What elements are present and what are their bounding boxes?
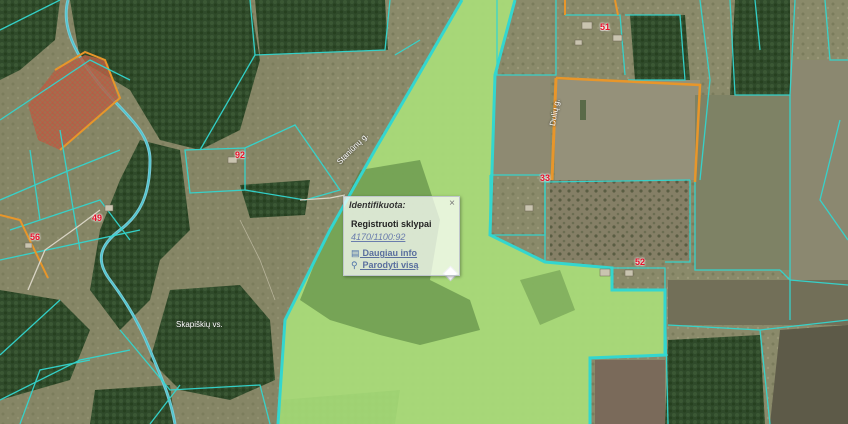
parcel-label: 56 [30,232,41,242]
parcel-label: 92 [235,150,246,160]
show-all-link[interactable]: ⚲ Parodyti visą [351,260,419,271]
parcel-label: 51 [600,22,611,32]
close-icon[interactable]: × [449,198,455,209]
map-view[interactable]: 92 33 49 51 52 56 Staniūnų g. Dulių g. S… [0,0,848,424]
more-info-label: Daugiau info [362,248,418,258]
parcel-label: 52 [635,257,646,267]
more-info-link[interactable]: ▤ Daugiau info [351,248,417,259]
popup-title: Identifikuota: [349,200,406,210]
road-label: Skapiškių vs. [176,320,223,329]
magnifier-icon: ⚲ [351,260,358,270]
show-all-label: Parodyti visą [362,260,419,270]
identify-popup: Identifikuota: × Registruoti sklypai 417… [343,196,460,276]
popup-layer-name: Registruoti sklypai [351,219,432,229]
parcel-label: 49 [92,213,103,223]
parcel-label: 33 [540,173,551,183]
plot-id-link[interactable]: 4170/1100:92 [351,232,405,242]
document-icon: ▤ [351,248,360,258]
